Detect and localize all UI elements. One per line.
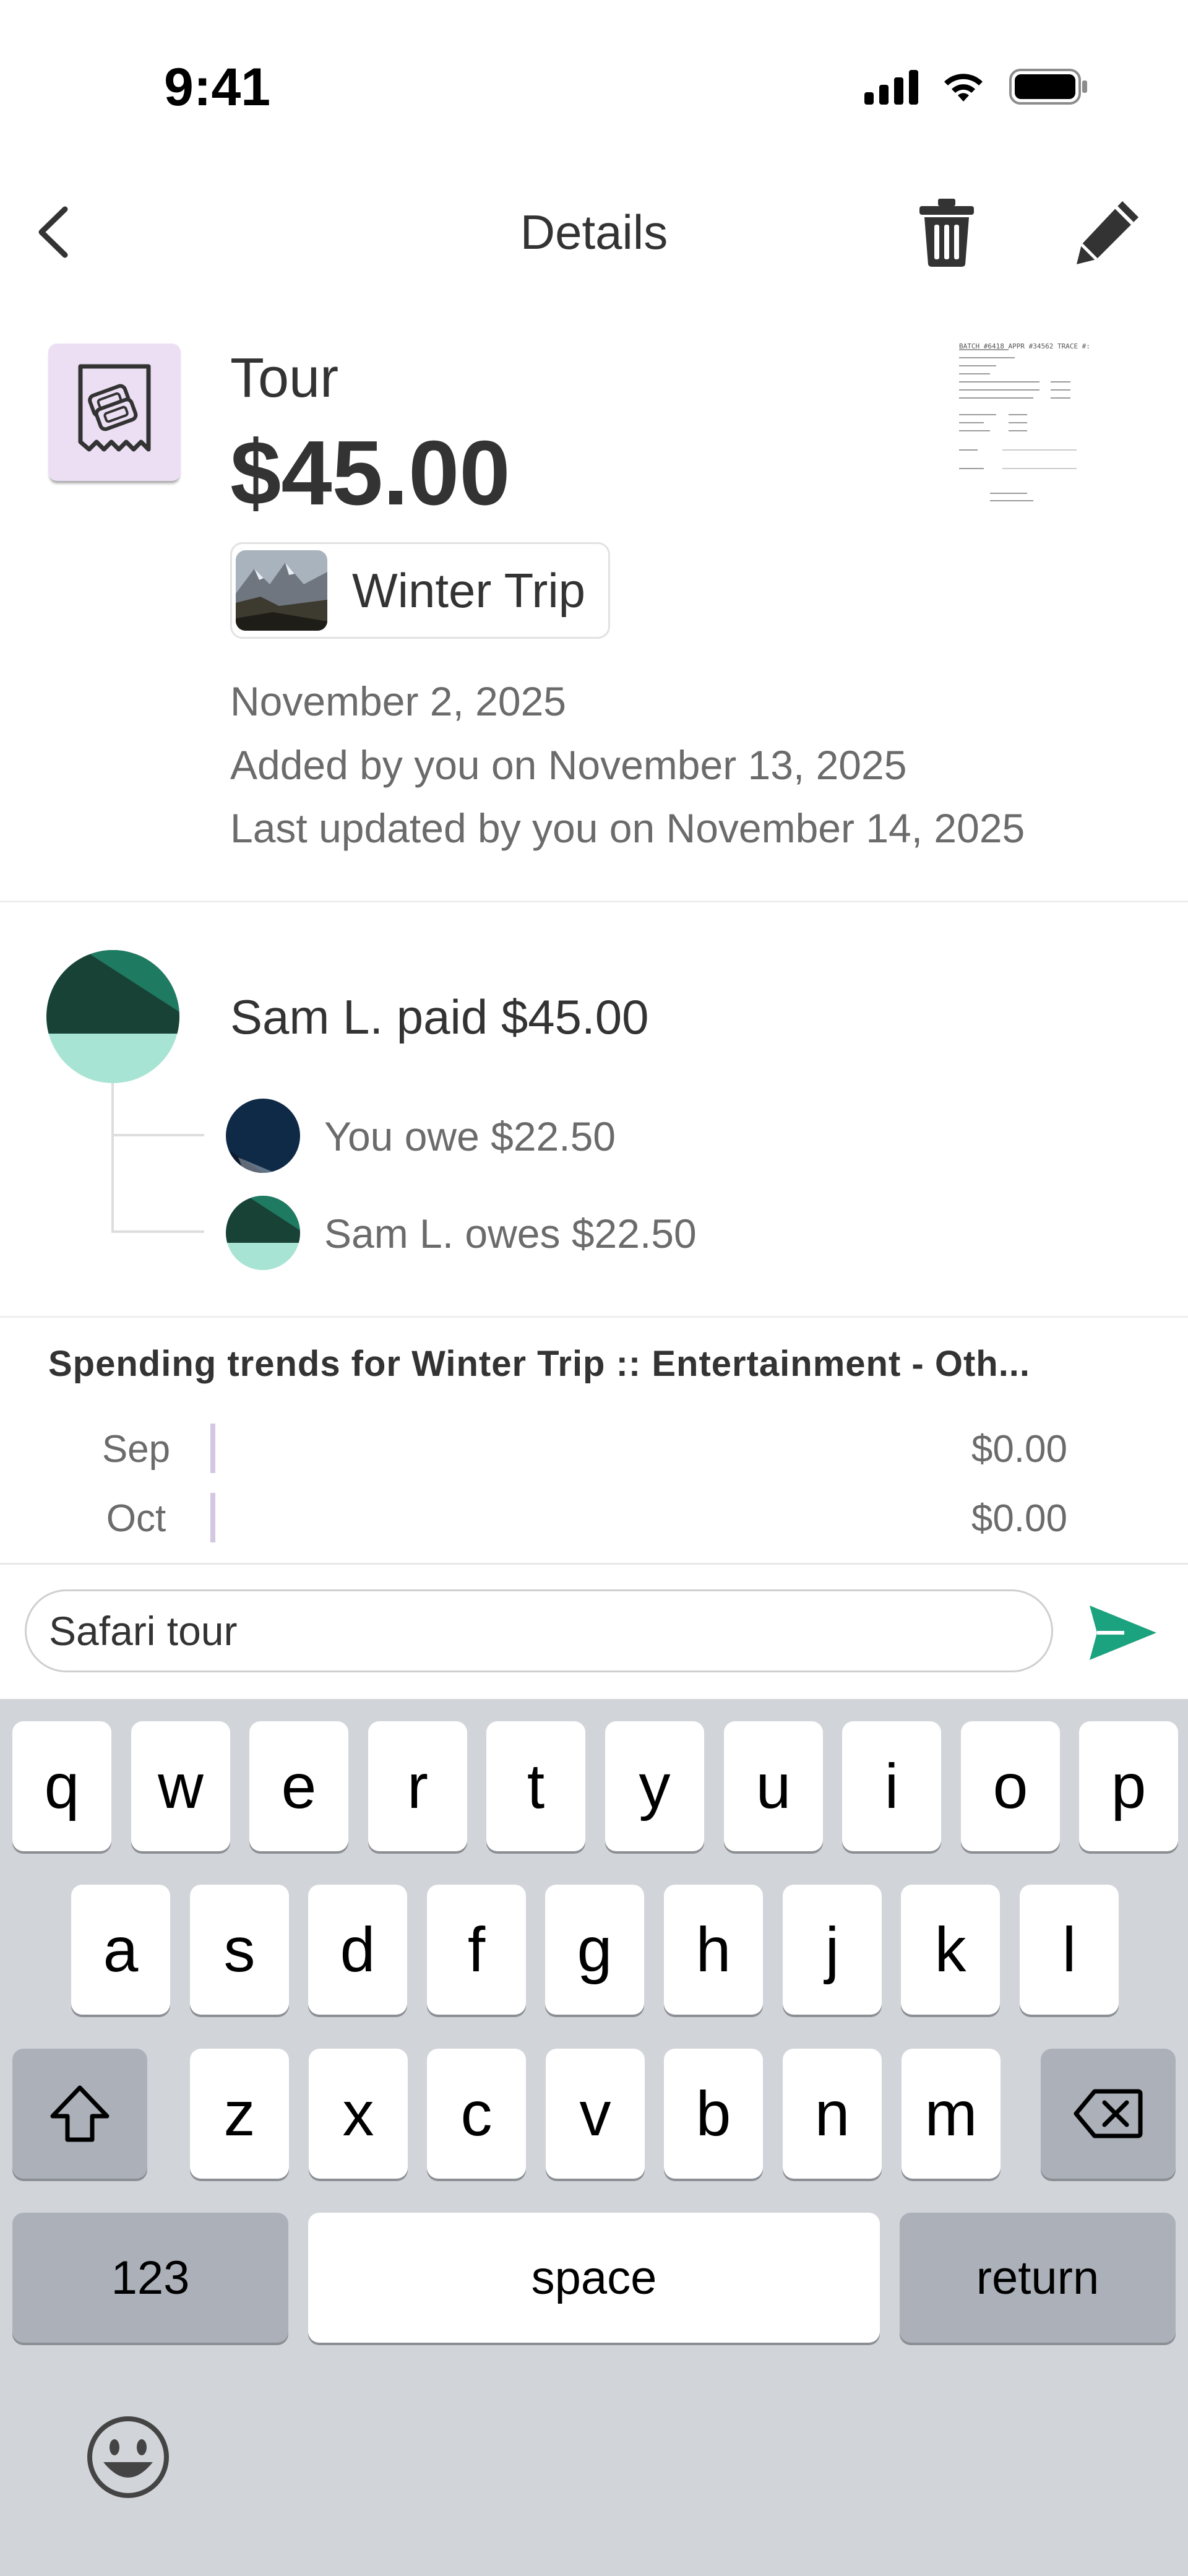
comment-bar [0,1563,1188,1699]
key-d[interactable]: d [308,1885,407,2015]
return-key[interactable]: return [900,2213,1176,2343]
emoji-key[interactable] [82,2411,174,2504]
backspace-icon [1074,2089,1143,2138]
emoji-icon [87,2416,169,2498]
receipt-image[interactable]: BATCH #6418 APPR #34562 TRACE #: 6 VISA … [947,337,1089,548]
key-e[interactable]: e [249,1721,348,1851]
key-s[interactable]: s [190,1885,289,2015]
key-h[interactable]: h [664,1885,763,2015]
trend-month-label: Oct [106,1497,166,1540]
key-c[interactable]: c [427,2049,526,2179]
key-y[interactable]: y [605,1721,704,1851]
key-z[interactable]: z [190,2049,289,2179]
key-x[interactable]: x [309,2049,408,2179]
trend-value: $0.00 [971,1497,1067,1540]
user-avatar [226,1196,300,1270]
key-j[interactable]: j [783,1885,882,2015]
trend-month-label: Sep [101,1428,171,1471]
pencil-icon [1077,201,1138,264]
added-by-line: Added by you on November 13, 2025 [230,742,907,788]
battery-icon [1009,69,1087,105]
section-divider [0,901,1188,902]
expense-amount: $45.00 [230,422,510,524]
send-icon [1090,1606,1156,1660]
page-title: Details [520,205,668,259]
send-button[interactable] [1083,1596,1163,1670]
payer-line: Sam L. paid $45.00 [230,990,649,1044]
key-r[interactable]: r [368,1721,467,1851]
key-l[interactable]: l [1020,1885,1119,2015]
group-chip[interactable]: Winter Trip [230,542,610,639]
key-a[interactable]: a [71,1885,170,2015]
delete-button[interactable] [910,192,984,272]
key-k[interactable]: k [901,1885,1000,2015]
split-tree-branch [111,1134,204,1136]
key-g[interactable]: g [545,1885,644,2015]
section-divider [0,1316,1188,1318]
edit-button[interactable] [1064,192,1151,272]
split-tree-line [111,1083,114,1233]
key-n[interactable]: n [783,2049,882,2179]
space-key[interactable]: space [308,2213,880,2343]
group-photo-thumbnail [236,550,327,631]
key-p[interactable]: p [1079,1721,1178,1851]
key-o[interactable]: o [961,1721,1060,1851]
last-updated-line: Last updated by you on November 14, 2025 [230,805,1025,851]
trash-icon [919,199,974,267]
wifi-icon [944,74,983,102]
key-t[interactable]: t [486,1721,585,1851]
comment-input[interactable] [25,1589,1053,1672]
key-u[interactable]: u [724,1721,823,1851]
backspace-key[interactable] [1041,2049,1176,2179]
payer-avatar [46,950,179,1083]
status-time: 9:41 [164,58,271,117]
owe-line: You owe $22.50 [324,1113,616,1159]
group-name: Winter Trip [352,563,586,618]
key-f[interactable]: f [427,1885,526,2015]
shift-key[interactable] [12,2049,147,2179]
owe-line: Sam L. owes $22.50 [324,1211,697,1256]
category-icon-tile[interactable] [48,344,181,481]
shift-icon [50,2085,110,2142]
status-bar: 9:41 [0,0,1188,161]
top-nav: Details [0,179,1188,285]
key-q[interactable]: q [12,1721,111,1851]
trend-bar [210,1424,215,1473]
key-m[interactable]: m [902,2049,1001,2179]
split-tree-branch [111,1230,204,1233]
ticket-receipt-icon [78,364,151,452]
key-b[interactable]: b [664,2049,763,2179]
cellular-signal-icon [864,69,918,105]
trend-bar [210,1493,215,1542]
status-icons [864,68,1089,105]
key-v[interactable]: v [546,2049,645,2179]
numbers-key[interactable]: 123 [12,2213,288,2343]
spending-trends-title: Spending trends for Winter Trip :: Enter… [48,1344,1031,1384]
user-avatar [226,1099,300,1173]
expense-description: Tour [230,347,339,409]
key-w[interactable]: w [131,1721,230,1851]
trend-value: $0.00 [971,1428,1067,1471]
key-i[interactable]: i [842,1721,941,1851]
expense-date: November 2, 2025 [230,678,566,724]
